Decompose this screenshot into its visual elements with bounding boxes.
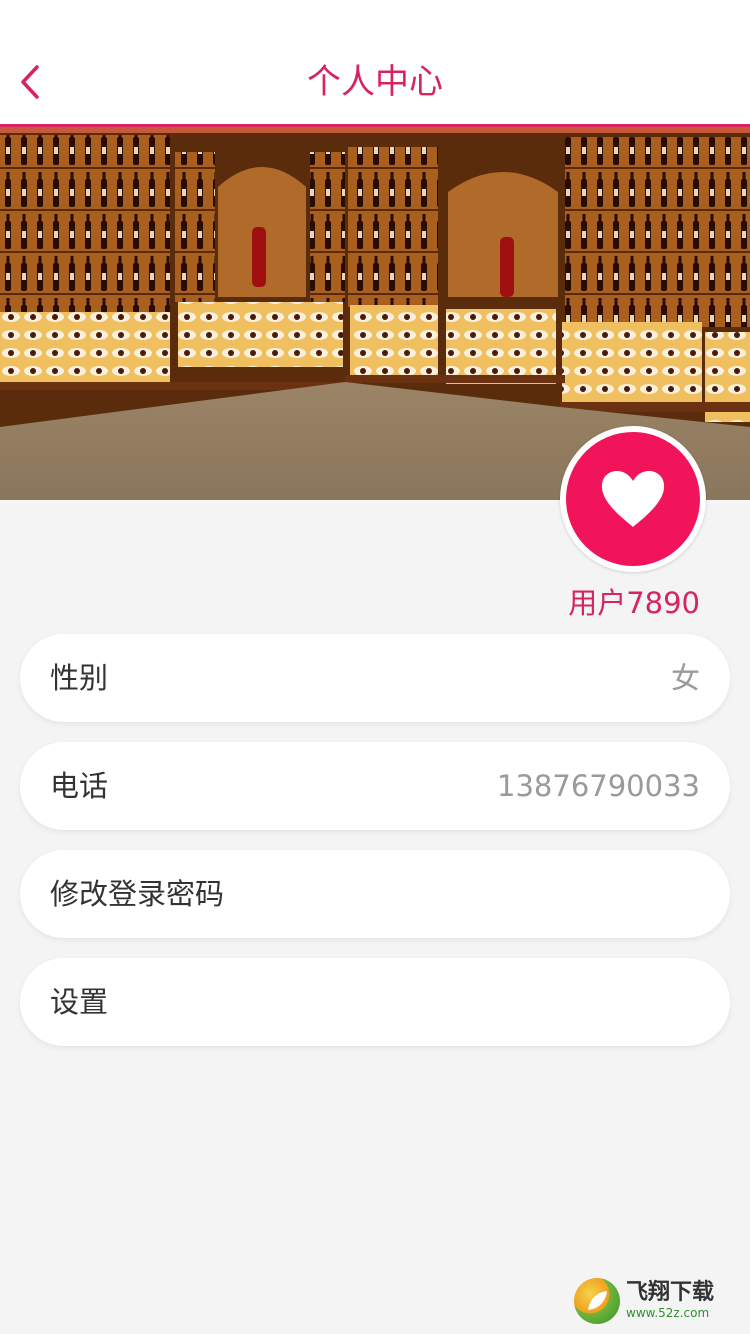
chevron-left-icon	[21, 65, 39, 99]
status-bar	[0, 0, 750, 40]
leaf-logo-icon	[574, 1278, 620, 1324]
back-button[interactable]	[12, 62, 48, 102]
row-value: 女	[670, 661, 700, 695]
avatar-circle	[566, 432, 700, 566]
watermark: 飞翔下载 www.52z.com	[574, 1276, 744, 1326]
row-phone[interactable]: 电话 13876790033	[20, 742, 730, 830]
row-label: 电话	[50, 769, 109, 803]
row-change-password[interactable]: 修改登录密码	[20, 850, 730, 938]
avatar[interactable]	[560, 426, 706, 572]
row-label: 性别	[50, 661, 109, 695]
watermark-name: 飞翔下载	[626, 1280, 715, 1305]
row-label: 修改登录密码	[50, 877, 225, 911]
row-gender[interactable]: 性别 女	[20, 634, 730, 722]
watermark-url: www.52z.com	[626, 1306, 710, 1320]
page-title: 个人中心	[307, 62, 443, 102]
row-label: 设置	[50, 985, 109, 1019]
username: 用户7890	[568, 586, 700, 620]
header: 个人中心	[0, 40, 750, 127]
heart-icon	[601, 471, 665, 527]
row-settings[interactable]: 设置	[20, 958, 730, 1046]
row-value: 13876790033	[497, 769, 700, 803]
